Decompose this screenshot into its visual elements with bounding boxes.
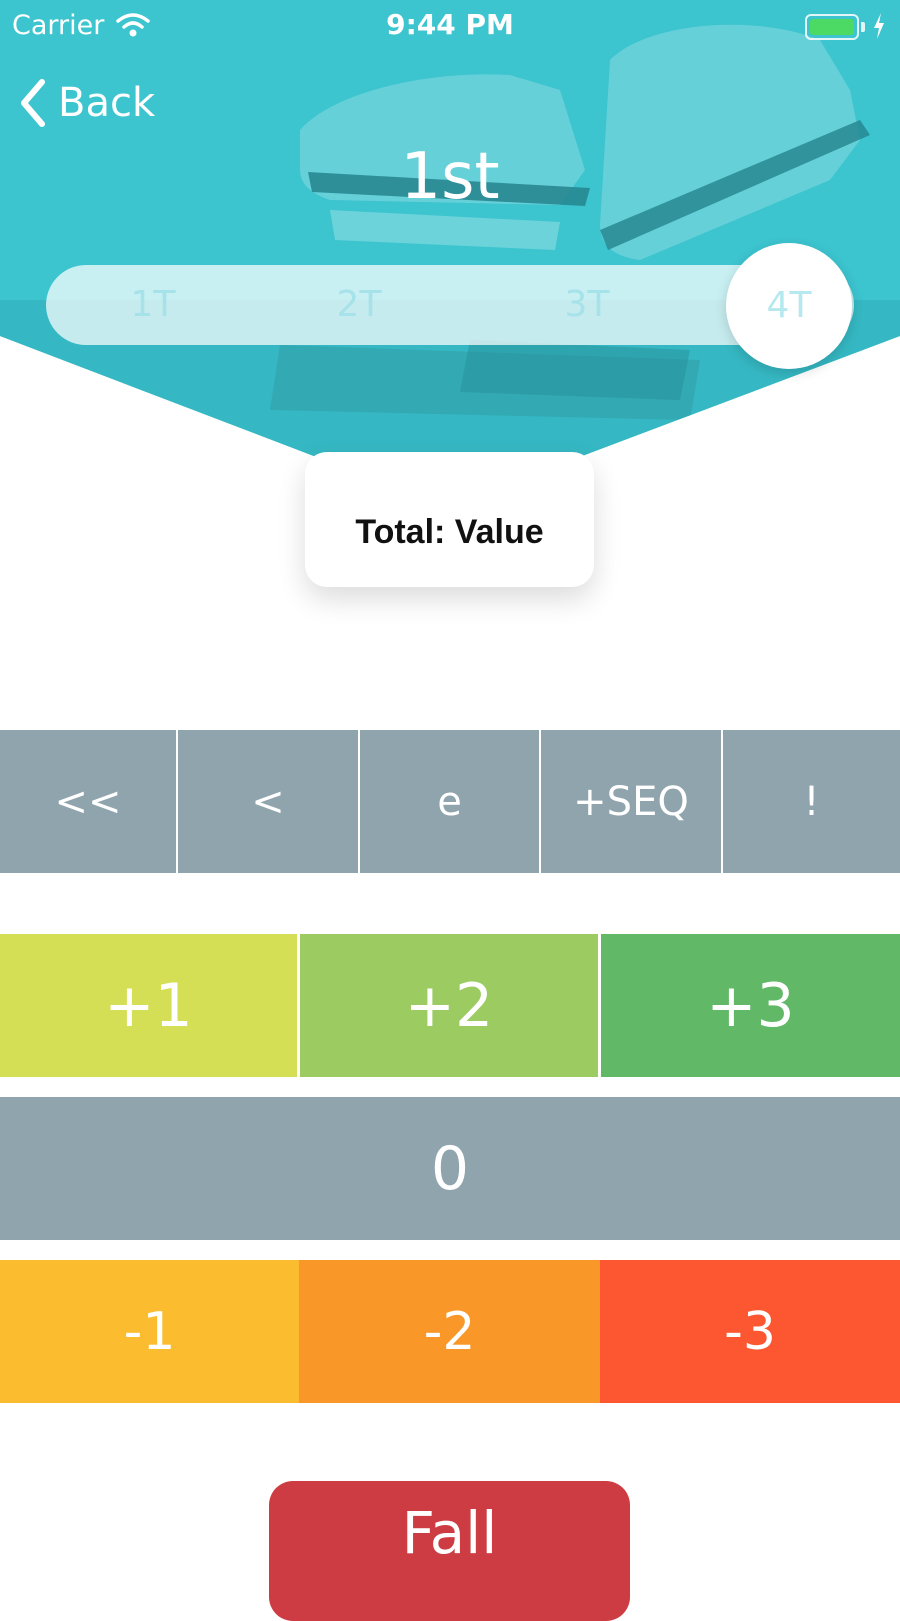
back-button[interactable]: Back [18, 76, 155, 130]
modifier-button-seq[interactable]: +SEQ [541, 730, 721, 873]
bolt-icon [874, 13, 884, 39]
goe-minus-1-button[interactable]: -1 [0, 1260, 299, 1403]
status-bar: Carrier 9:44 PM [0, 0, 900, 54]
jump-option-1t[interactable]: 1T [83, 265, 223, 345]
goe-plus-3-button[interactable]: +3 [601, 934, 900, 1077]
modifier-button-double-under[interactable]: << [0, 730, 176, 873]
goe-minus-3-button[interactable]: -3 [600, 1260, 900, 1403]
goe-zero-button[interactable]: 0 [0, 1097, 900, 1240]
modifier-button-edge[interactable]: e [360, 730, 539, 873]
modifier-button-under[interactable]: < [178, 730, 358, 873]
jump-option-3t[interactable]: 3T [517, 265, 657, 345]
jump-option-2t[interactable]: 2T [289, 265, 429, 345]
battery-cap [861, 22, 865, 32]
goe-plus-2-button[interactable]: +2 [300, 934, 598, 1077]
battery-icon [805, 14, 859, 40]
jump-selector: 1T 2T 3T 4T [46, 243, 854, 369]
page-title: 1st [400, 140, 500, 214]
goe-plus-1-button[interactable]: +1 [0, 934, 297, 1077]
total-label: Total: Value [355, 513, 544, 551]
status-time: 9:44 PM [386, 8, 514, 41]
modifier-button-attention[interactable]: ! [723, 730, 900, 873]
total-card: Total: Value [305, 452, 594, 587]
goe-minus-2-button[interactable]: -2 [299, 1260, 600, 1403]
fall-button[interactable]: Fall [269, 1481, 630, 1621]
chevron-left-icon [21, 79, 45, 127]
jump-option-4t[interactable]: 4T [726, 243, 852, 369]
back-label: Back [58, 80, 156, 126]
